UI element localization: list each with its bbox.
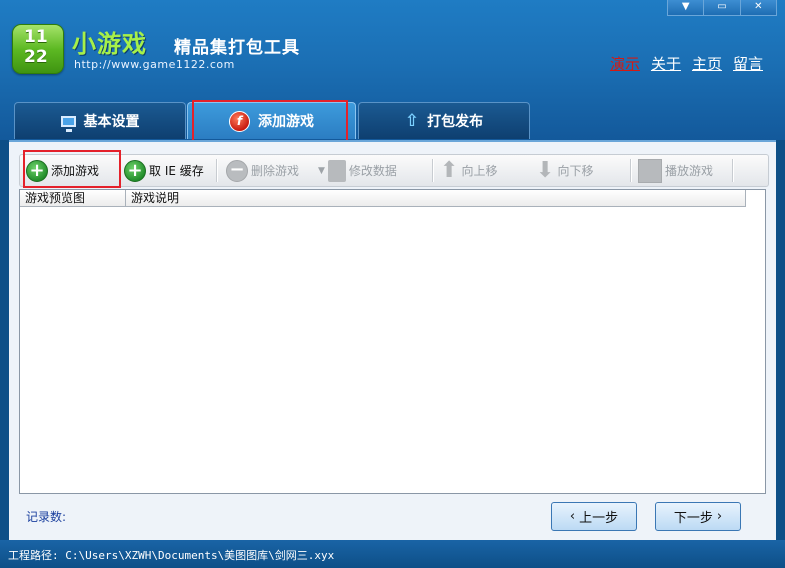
take-ie-cache-button[interactable]: + 取 IE 缓存 [124, 155, 204, 186]
up-arrow-icon: ⇧ [404, 111, 420, 131]
about-link[interactable]: 关于 [651, 53, 681, 74]
monitor-icon [60, 115, 76, 132]
play-game-label: 播放游戏 [665, 164, 714, 178]
table-header: 游戏预览图 游戏说明 [20, 190, 746, 207]
tab-label: 基本设置 [83, 114, 140, 130]
brand-url: http://www.game1122.com [74, 58, 235, 71]
move-up-button[interactable]: ⬆ 向上移 [440, 155, 497, 186]
add-game-button[interactable]: + 添加游戏 [26, 155, 99, 186]
move-down-button[interactable]: ⬇ 向下移 [536, 155, 593, 186]
record-count-label: 记录数: [26, 510, 67, 524]
edit-data-label: 修改数据 [348, 164, 397, 178]
app-title: 精品集打包工具 [174, 38, 300, 58]
toolbar-divider [216, 159, 218, 182]
arrow-up-icon: ⬆ [440, 157, 459, 183]
move-up-label: 向上移 [461, 164, 498, 178]
tab-publish[interactable]: ⇧ 打包发布 [358, 102, 530, 139]
toolbar-divider [630, 159, 632, 182]
window-controls: ▼ ▭ ✕ [667, 0, 777, 16]
close-button[interactable]: ✕ [740, 0, 777, 16]
main-panel: + 添加游戏 + 取 IE 缓存 − 删除游戏 ▼ 修改数据 ⬆ 向上移 ⬇ 向… [9, 140, 776, 542]
status-bar: 工程路径: C:\Users\XZWH\Documents\美图图库\剑网三.x… [0, 540, 785, 568]
delete-game-button[interactable]: − 删除游戏 [226, 155, 299, 186]
column-header-preview[interactable]: 游戏预览图 [20, 190, 126, 206]
project-path: 工程路径: C:\Users\XZWH\Documents\美图图库\剑网三.x… [8, 549, 335, 562]
chevron-right-icon: › [716, 509, 723, 524]
next-step-label: 下一步 [673, 511, 713, 526]
brand-name: 小游戏 [72, 30, 147, 58]
tab-basic-settings[interactable]: 基本设置 [14, 102, 186, 139]
top-links: 演示 关于 主页 留言 [610, 53, 763, 74]
delete-game-label: 删除游戏 [251, 164, 300, 178]
next-step-button[interactable]: 下一步 › [655, 502, 741, 531]
plus-icon: + [124, 159, 146, 182]
logo-bottom-text: 22 [24, 47, 48, 67]
edit-icon [327, 159, 346, 182]
column-header-description[interactable]: 游戏说明 [126, 190, 745, 206]
tab-label: 打包发布 [427, 114, 484, 130]
prev-step-label: 上一步 [579, 511, 619, 526]
logo-top-text: 11 [24, 27, 48, 47]
toolbar-divider [732, 159, 734, 182]
logo-icon: 11 22 [12, 24, 64, 74]
tab-add-game[interactable]: f 添加游戏 [187, 102, 356, 139]
arrow-down-icon: ⬇ [536, 157, 555, 183]
toolbar: + 添加游戏 + 取 IE 缓存 − 删除游戏 ▼ 修改数据 ⬆ 向上移 ⬇ 向… [19, 150, 769, 188]
plus-icon: + [26, 159, 48, 182]
minus-icon: − [226, 159, 248, 182]
restore-button[interactable]: ▭ [704, 0, 741, 16]
message-link[interactable]: 留言 [733, 53, 763, 74]
play-game-button[interactable]: 播放游戏 [638, 155, 713, 186]
home-link[interactable]: 主页 [692, 53, 722, 74]
play-icon [638, 158, 662, 183]
tab-label: 添加游戏 [258, 114, 314, 130]
move-down-label: 向下移 [557, 164, 594, 178]
chevron-left-icon: ‹ [569, 509, 576, 524]
toolbar-divider [432, 159, 434, 182]
minimize-button[interactable]: ▼ [667, 0, 705, 16]
take-ie-cache-label: 取 IE 缓存 [149, 164, 204, 178]
app-window: 11 22 小游戏 精品集打包工具 http://www.game1122.co… [0, 0, 785, 568]
demo-link[interactable]: 演示 [610, 53, 640, 74]
prev-step-button[interactable]: ‹ 上一步 [551, 502, 637, 531]
add-game-label: 添加游戏 [51, 164, 100, 178]
flash-icon: f [229, 110, 250, 132]
game-list-table[interactable]: 游戏预览图 游戏说明 [19, 189, 766, 494]
caret-down-icon: ▼ [318, 165, 325, 176]
edit-data-button[interactable]: ▼ 修改数据 [318, 155, 397, 186]
header: 11 22 小游戏 精品集打包工具 http://www.game1122.co… [0, 0, 785, 142]
